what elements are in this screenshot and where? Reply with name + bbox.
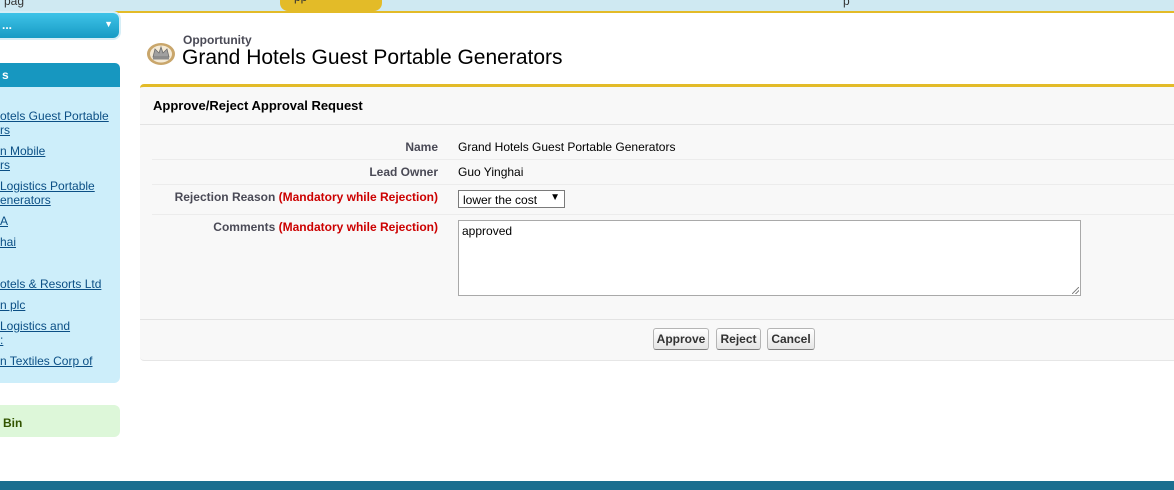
recent-items-list: otels Guest Portable rs n Mobile rs Logi… (0, 87, 120, 383)
recent-item-link[interactable]: otels & Resorts Ltd (0, 277, 112, 291)
recent-item-link[interactable]: n Textiles Corp of (0, 354, 112, 368)
recent-items-header: s (0, 63, 120, 87)
create-new-dropdown[interactable]: ... ▼ (0, 13, 119, 38)
approve-button[interactable]: Approve (653, 328, 709, 350)
row-divider (152, 214, 1174, 215)
name-value: Grand Hotels Guest Portable Generators (458, 140, 676, 154)
lead-owner-label: Lead Owner (369, 165, 438, 179)
rejection-reason-label: Rejection Reason (174, 190, 276, 204)
recent-item-link[interactable]: n plc (0, 298, 112, 312)
approval-section: Approve/Reject Approval Request Name Gra… (140, 84, 1174, 361)
select-arrow-icon: ▼ (550, 192, 560, 203)
row-divider (152, 159, 1174, 160)
object-type-label: Opportunity (183, 33, 252, 47)
resize-grip-icon[interactable] (1072, 287, 1079, 294)
section-divider (140, 124, 1174, 125)
recent-item-link[interactable]: hai (0, 235, 112, 249)
create-new-label: ... (2, 18, 13, 32)
page-title: Grand Hotels Guest Portable Generators (182, 46, 563, 69)
rejection-reason-label-group: Rejection Reason (Mandatory while Reject… (175, 190, 438, 204)
recent-item-link[interactable]: Logistics and : (0, 319, 112, 347)
required-note: (Mandatory while Rejection) (278, 220, 438, 234)
reject-button[interactable]: Reject (716, 328, 761, 350)
comments-label-group: Comments (Mandatory while Rejection) (213, 220, 438, 234)
tab-active[interactable]: pp (280, 0, 382, 11)
lead-owner-value: Guo Yinghai (458, 165, 524, 179)
tab-bar: pag pp p (0, 0, 1174, 11)
tab-active-label: pp (294, 0, 307, 4)
tab-partial-right[interactable]: p (843, 0, 850, 8)
footer-bar (0, 481, 1174, 490)
cancel-button[interactable]: Cancel (767, 328, 815, 350)
required-note: (Mandatory while Rejection) (278, 190, 438, 204)
recent-items-title: s (2, 68, 9, 82)
recent-item-link[interactable]: A (0, 214, 112, 228)
recycle-bin-label: Bin (3, 416, 23, 430)
recent-item-link[interactable]: otels Guest Portable rs (0, 109, 112, 137)
section-title: Approve/Reject Approval Request (153, 98, 363, 113)
dropdown-arrow-icon: ▼ (104, 19, 113, 29)
opportunity-crown-icon (146, 40, 176, 66)
recent-item-link[interactable]: Logistics Portable enerators (0, 179, 112, 207)
rejection-reason-select[interactable]: lower the cost ▼ (458, 190, 565, 208)
recent-item-link[interactable]: n Mobile rs (0, 144, 112, 172)
comments-textarea[interactable]: approved (458, 220, 1081, 296)
button-divider (140, 319, 1174, 320)
tab-partial-left[interactable]: pag (4, 0, 24, 8)
tab-bar-underline (0, 11, 1174, 13)
name-label: Name (405, 140, 438, 154)
rejection-reason-selected: lower the cost (463, 193, 538, 207)
row-divider (152, 184, 1174, 185)
recycle-bin-link[interactable]: Bin (0, 405, 120, 437)
comments-label: Comments (213, 220, 276, 234)
comments-value: approved (462, 224, 513, 238)
